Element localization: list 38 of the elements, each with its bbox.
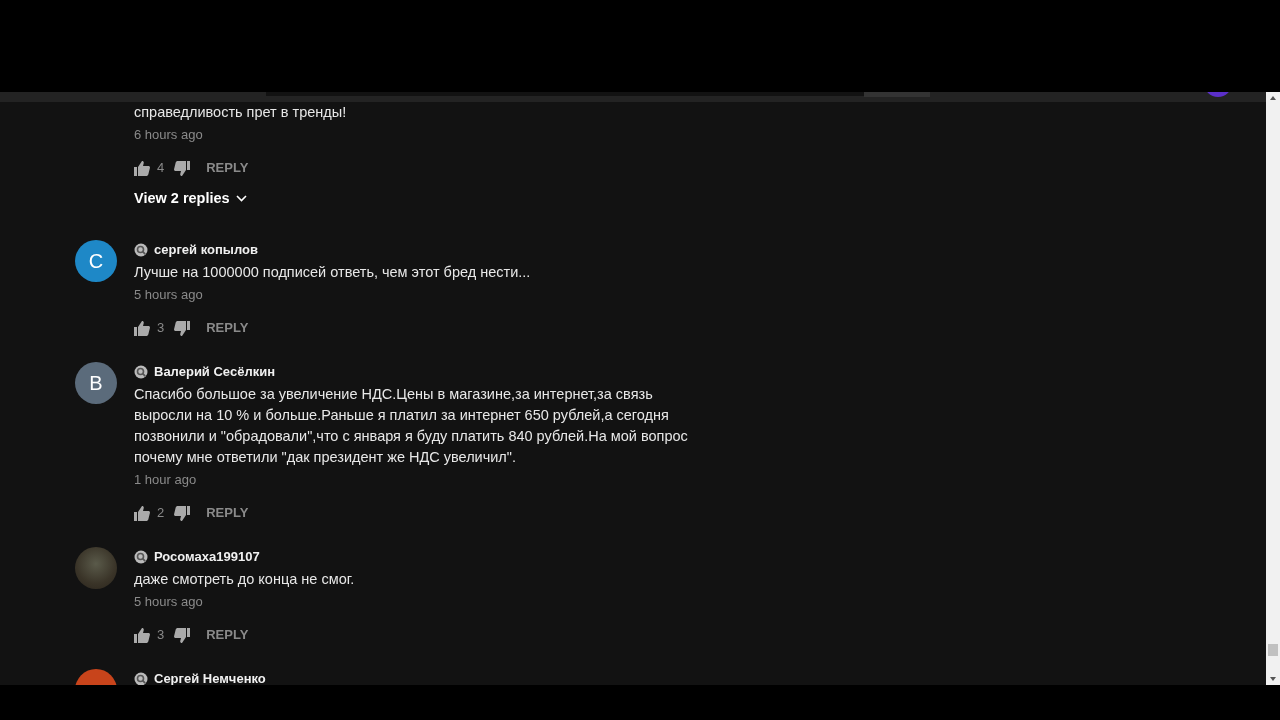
reply-button[interactable]: REPLY [206, 158, 249, 178]
chevron-down-icon [235, 194, 247, 202]
thumbs-up-icon[interactable] [134, 505, 150, 521]
avatar[interactable]: С [75, 240, 117, 282]
avatar-photo-placeholder[interactable] [75, 547, 117, 589]
magnifier-icon [134, 242, 149, 258]
thumbs-up-icon[interactable] [134, 160, 150, 176]
thumbs-down-icon[interactable] [174, 505, 191, 521]
comment-time: 6 hours ago [134, 126, 204, 144]
author-name[interactable]: сергей копылов [154, 240, 258, 260]
author-name[interactable]: Валерий Сесёлкин [154, 362, 275, 382]
like-count: 4 [157, 159, 165, 178]
thumbs-down-icon[interactable] [174, 627, 191, 643]
thumbs-down-icon[interactable] [174, 320, 191, 336]
like-count: 2 [157, 504, 165, 523]
magnifier-icon [134, 671, 149, 685]
thumbs-up-icon[interactable] [134, 320, 150, 336]
author-name[interactable]: Росомаха199107 [154, 547, 260, 567]
magnifier-icon [134, 364, 149, 380]
like-count: 3 [157, 626, 165, 645]
avatar[interactable]: В [75, 362, 117, 404]
author-name[interactable]: Сергей Немченко [154, 669, 266, 685]
comment-text: справедливость прет в тренды! [134, 103, 348, 122]
reply-button[interactable]: REPLY [206, 503, 249, 523]
thumbs-down-icon[interactable] [174, 160, 191, 176]
view-replies-button[interactable]: View 2 replies [134, 188, 247, 208]
comment-time: 5 hours ago [134, 286, 204, 304]
search-field[interactable] [266, 92, 864, 96]
comment-text: даже смотреть до конца не смог. [134, 570, 355, 589]
thumbs-up-icon[interactable] [134, 627, 150, 643]
comment-time: 5 hours ago [134, 593, 204, 611]
magnifier-icon [134, 549, 149, 565]
reply-button[interactable]: REPLY [206, 318, 249, 338]
comment-text: Лучше на 1000000 подписей ответь, чем этот бред нести... [134, 263, 531, 282]
comment-text: Спасибо большое за увеличение НДС.Цены в магазине,за интернет,за связь выросли на 10 % и больше.Раньше я платил за интернет 650 рублей,а сегодня позвонили и "обрадовали",что с января я буду платить 840 рублей.На мой вопрос почему мне ответили "дак президент же НДС увеличил". [134, 385, 689, 467]
comment-time: 1 hour ago [134, 471, 198, 489]
like-count: 3 [157, 319, 165, 338]
reply-button[interactable]: REPLY [206, 625, 249, 645]
